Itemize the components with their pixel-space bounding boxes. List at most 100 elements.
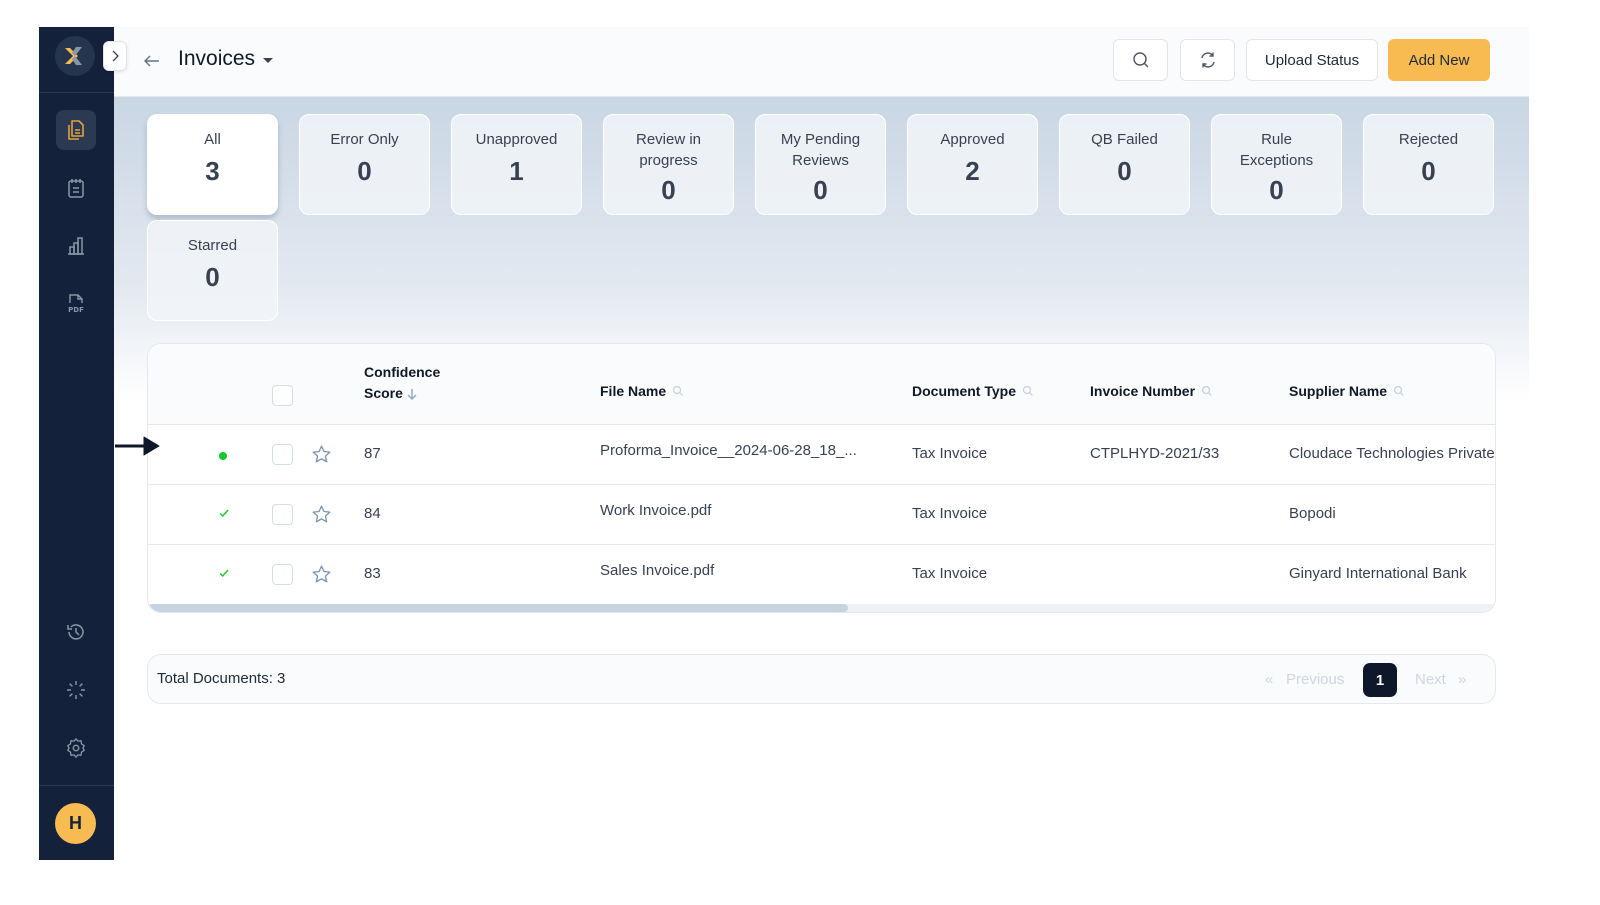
- row-checkbox[interactable]: [272, 564, 293, 585]
- sidebar: PDF H: [39, 27, 127, 860]
- filter-label: QB Failed: [1091, 131, 1158, 148]
- filter-count: 3: [205, 156, 220, 186]
- filter-count: 0: [205, 262, 220, 292]
- filter-tile-my-pending-reviews[interactable]: My Pending Reviews 0: [755, 114, 886, 215]
- filter-label: My Pending Reviews: [780, 131, 861, 169]
- refresh-icon: [1200, 52, 1215, 68]
- star-icon[interactable]: [311, 564, 332, 585]
- table-row[interactable]: 87 Proforma_Invoice__2024-06-28_18_... T…: [148, 425, 1495, 485]
- sidebar-item-history[interactable]: [56, 612, 96, 652]
- last-page-icon[interactable]: »: [1458, 671, 1466, 688]
- document-type: Tax Invoice: [912, 505, 988, 522]
- column-search-icon[interactable]: [1022, 385, 1034, 397]
- search-button[interactable]: [1113, 39, 1168, 81]
- star-icon[interactable]: [311, 504, 332, 525]
- table-row[interactable]: 84 Work Invoice.pdf Tax Invoice Bopodi: [148, 485, 1495, 545]
- filter-label: All: [204, 131, 221, 148]
- confidence-score: 83: [364, 565, 381, 582]
- column-header-confidence-score[interactable]: Confidence Score: [364, 363, 440, 403]
- status-processing-dot: [219, 452, 227, 460]
- file-name-link[interactable]: Work Invoice.pdf: [600, 502, 711, 519]
- filter-count: 0: [357, 156, 372, 186]
- next-page-button[interactable]: Next: [1415, 671, 1446, 688]
- filter-tile-rejected[interactable]: Rejected 0: [1363, 114, 1494, 215]
- sidebar-item-pdf[interactable]: PDF: [56, 284, 96, 324]
- previous-page-button[interactable]: Previous: [1286, 671, 1344, 688]
- filter-count: 1: [509, 156, 524, 186]
- file-name-link[interactable]: Sales Invoice.pdf: [600, 562, 714, 579]
- filter-count: 0: [661, 175, 676, 205]
- filter-tile-starred[interactable]: Starred 0: [147, 220, 278, 321]
- column-header-supplier-name[interactable]: Supplier Name: [1289, 383, 1405, 399]
- check-icon: [219, 569, 229, 577]
- filter-tile-unapproved[interactable]: Unapproved 1: [451, 114, 582, 215]
- user-avatar[interactable]: H: [55, 803, 96, 844]
- page-header: Invoices Upload Status Add New: [114, 27, 1529, 97]
- page-title-dropdown[interactable]: Invoices: [178, 47, 274, 71]
- sidebar-item-processing[interactable]: [56, 670, 96, 710]
- column-label: Score: [364, 385, 403, 401]
- confidence-score: 84: [364, 505, 381, 522]
- filter-tile-rule-exceptions[interactable]: Rule Exceptions 0: [1211, 114, 1342, 215]
- add-new-button[interactable]: Add New: [1388, 39, 1490, 81]
- column-label: Confidence: [364, 364, 441, 380]
- column-header-file-name[interactable]: File Name: [600, 383, 684, 399]
- row-checkbox[interactable]: [272, 504, 293, 525]
- filter-tile-all[interactable]: All 3: [147, 114, 278, 215]
- row-checkbox[interactable]: [272, 444, 293, 465]
- filter-tile-qb-failed[interactable]: QB Failed 0: [1059, 114, 1190, 215]
- column-label: File Name: [600, 383, 667, 399]
- pdf-icon: PDF: [68, 294, 84, 314]
- notepad-icon: [68, 179, 84, 198]
- column-search-icon[interactable]: [672, 385, 684, 397]
- column-search-icon[interactable]: [1201, 385, 1213, 397]
- sort-descending-icon[interactable]: [406, 387, 418, 401]
- sidebar-item-settings[interactable]: [56, 728, 96, 768]
- filter-label: Rule Exceptions: [1239, 131, 1314, 169]
- scrollbar-thumb[interactable]: [148, 604, 848, 612]
- svg-text:PDF: PDF: [68, 306, 84, 314]
- horizontal-scrollbar[interactable]: [148, 604, 1495, 612]
- column-label: Supplier Name: [1289, 383, 1388, 399]
- main-content: All 3 Error Only 0 Unapproved 1 Review i…: [114, 97, 1529, 860]
- page-1-button[interactable]: 1: [1363, 663, 1397, 697]
- app-logo[interactable]: [55, 36, 95, 76]
- sidebar-divider: [39, 785, 114, 786]
- supplier-name: Bopodi: [1289, 505, 1336, 522]
- filter-count: 2: [965, 156, 980, 186]
- document-type: Tax Invoice: [912, 445, 988, 462]
- app-window: PDF H Invoices Upload Status Add New All…: [39, 27, 1529, 860]
- supplier-name: Ginyard International Bank: [1289, 565, 1467, 582]
- filter-count: 0: [1117, 156, 1132, 186]
- table-footer: Total Documents: 3 « Previous 1 Next »: [147, 654, 1496, 704]
- file-name-link[interactable]: Proforma_Invoice__2024-06-28_18_...: [600, 442, 857, 459]
- documents-icon: [68, 120, 84, 140]
- filter-label: Starred: [187, 237, 238, 254]
- table-row[interactable]: 83 Sales Invoice.pdf Tax Invoice Ginyard…: [148, 545, 1495, 605]
- filter-label: Rejected: [1398, 131, 1459, 148]
- supplier-name: Cloudace Technologies Private: [1289, 445, 1495, 462]
- column-label: Invoice Number: [1090, 383, 1196, 399]
- column-search-icon[interactable]: [1393, 385, 1405, 397]
- filter-label: Review in progress: [635, 131, 702, 169]
- column-header-document-type[interactable]: Document Type: [912, 383, 1034, 399]
- filter-tile-approved[interactable]: Approved 2: [907, 114, 1038, 215]
- first-page-icon[interactable]: «: [1265, 671, 1273, 688]
- back-arrow-icon[interactable]: [142, 51, 162, 71]
- sidebar-expand-button[interactable]: [103, 41, 127, 71]
- sidebar-item-reports[interactable]: [56, 226, 96, 266]
- star-icon[interactable]: [311, 444, 332, 465]
- confidence-score: 87: [364, 445, 381, 462]
- refresh-button[interactable]: [1180, 39, 1235, 81]
- filter-tile-review-in-progress[interactable]: Review in progress 0: [603, 114, 734, 215]
- bar-chart-icon: [68, 237, 84, 255]
- sidebar-item-notes[interactable]: [56, 168, 96, 208]
- column-header-invoice-number[interactable]: Invoice Number: [1090, 383, 1213, 399]
- search-icon: [1132, 52, 1148, 68]
- sidebar-item-documents[interactable]: [56, 110, 96, 150]
- filter-tile-error-only[interactable]: Error Only 0: [299, 114, 430, 215]
- select-all-checkbox[interactable]: [272, 385, 293, 406]
- filter-label: Unapproved: [475, 131, 558, 148]
- document-type: Tax Invoice: [912, 565, 988, 582]
- upload-status-button[interactable]: Upload Status: [1246, 39, 1378, 81]
